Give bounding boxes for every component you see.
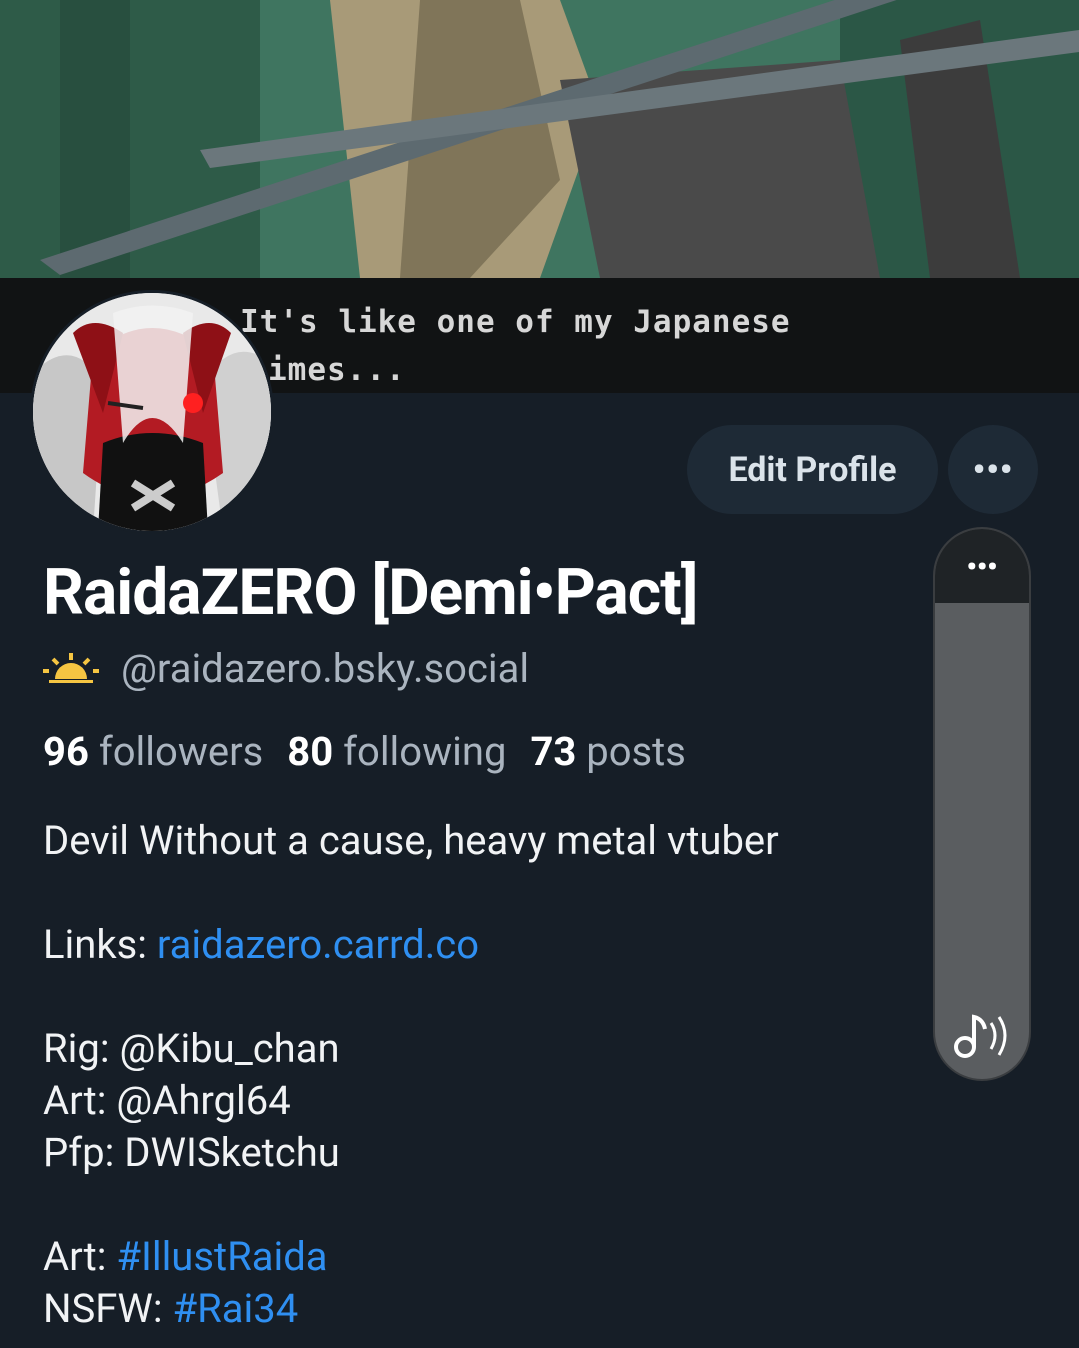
profile-stats: 96 followers 80 following 73 posts <box>43 728 686 775</box>
display-name: RaidaZERO [Demi•Pact] <box>43 555 698 630</box>
sunrise-icon <box>43 652 99 683</box>
bio-art-tag-line: Art: #IllustRaida <box>43 1231 923 1283</box>
links-label: Links: <box>43 921 157 968</box>
nsfw-label: NSFW: <box>43 1285 173 1332</box>
followers-label: followers <box>98 728 264 775</box>
art-tag-label: Art: <box>43 1233 117 1280</box>
profile-avatar[interactable] <box>30 290 274 534</box>
banner-image <box>0 0 1079 278</box>
volume-overlay-panel[interactable]: ••• <box>935 529 1029 1079</box>
bio-rig-line: Rig: @Kibu_chan <box>43 1025 340 1072</box>
volume-menu-button[interactable]: ••• <box>935 529 1029 603</box>
avatar-image <box>33 293 271 531</box>
posts-count: 73 <box>530 728 577 775</box>
bio-links-line: Links: raidazero.carrd.co <box>43 919 923 971</box>
user-handle[interactable]: @raidazero.bsky.social <box>121 645 529 692</box>
edit-profile-button[interactable]: Edit Profile <box>687 425 938 514</box>
followers-count: 96 <box>43 728 89 775</box>
following-label: following <box>343 728 507 775</box>
caption-line-1: It's like one of my Japanese <box>240 304 791 340</box>
bio-pfp-line: Pfp: DWISketchu <box>43 1129 340 1176</box>
banner-caption: It's like one of my Japanese imes... <box>240 298 791 393</box>
handle-row: @raidazero.bsky.social <box>43 645 529 692</box>
posts-stat: 73 posts <box>530 728 685 775</box>
bio-art-line: Art: @Ahrgl64 <box>43 1077 291 1124</box>
following-stat[interactable]: 80 following <box>287 728 506 775</box>
bio-nsfw-line: NSFW: #Rai34 <box>43 1283 923 1335</box>
profile-bio: Devil Without a cause, heavy metal vtube… <box>43 815 923 1335</box>
music-volume-icon[interactable] <box>953 1009 1015 1061</box>
following-count: 80 <box>287 728 334 775</box>
caption-line-2: imes... <box>268 352 406 388</box>
bio-line: Devil Without a cause, heavy metal vtube… <box>43 817 779 864</box>
followers-stat[interactable]: 96 followers <box>43 728 263 775</box>
posts-label: posts <box>586 728 686 775</box>
hashtag-illustraida[interactable]: #IllustRaida <box>116 1233 327 1280</box>
hashtag-rai34[interactable]: #Rai34 <box>173 1285 299 1332</box>
volume-slider[interactable] <box>935 603 1029 1003</box>
carrd-link[interactable]: raidazero.carrd.co <box>157 921 479 968</box>
more-options-button[interactable]: ••• <box>948 425 1038 514</box>
